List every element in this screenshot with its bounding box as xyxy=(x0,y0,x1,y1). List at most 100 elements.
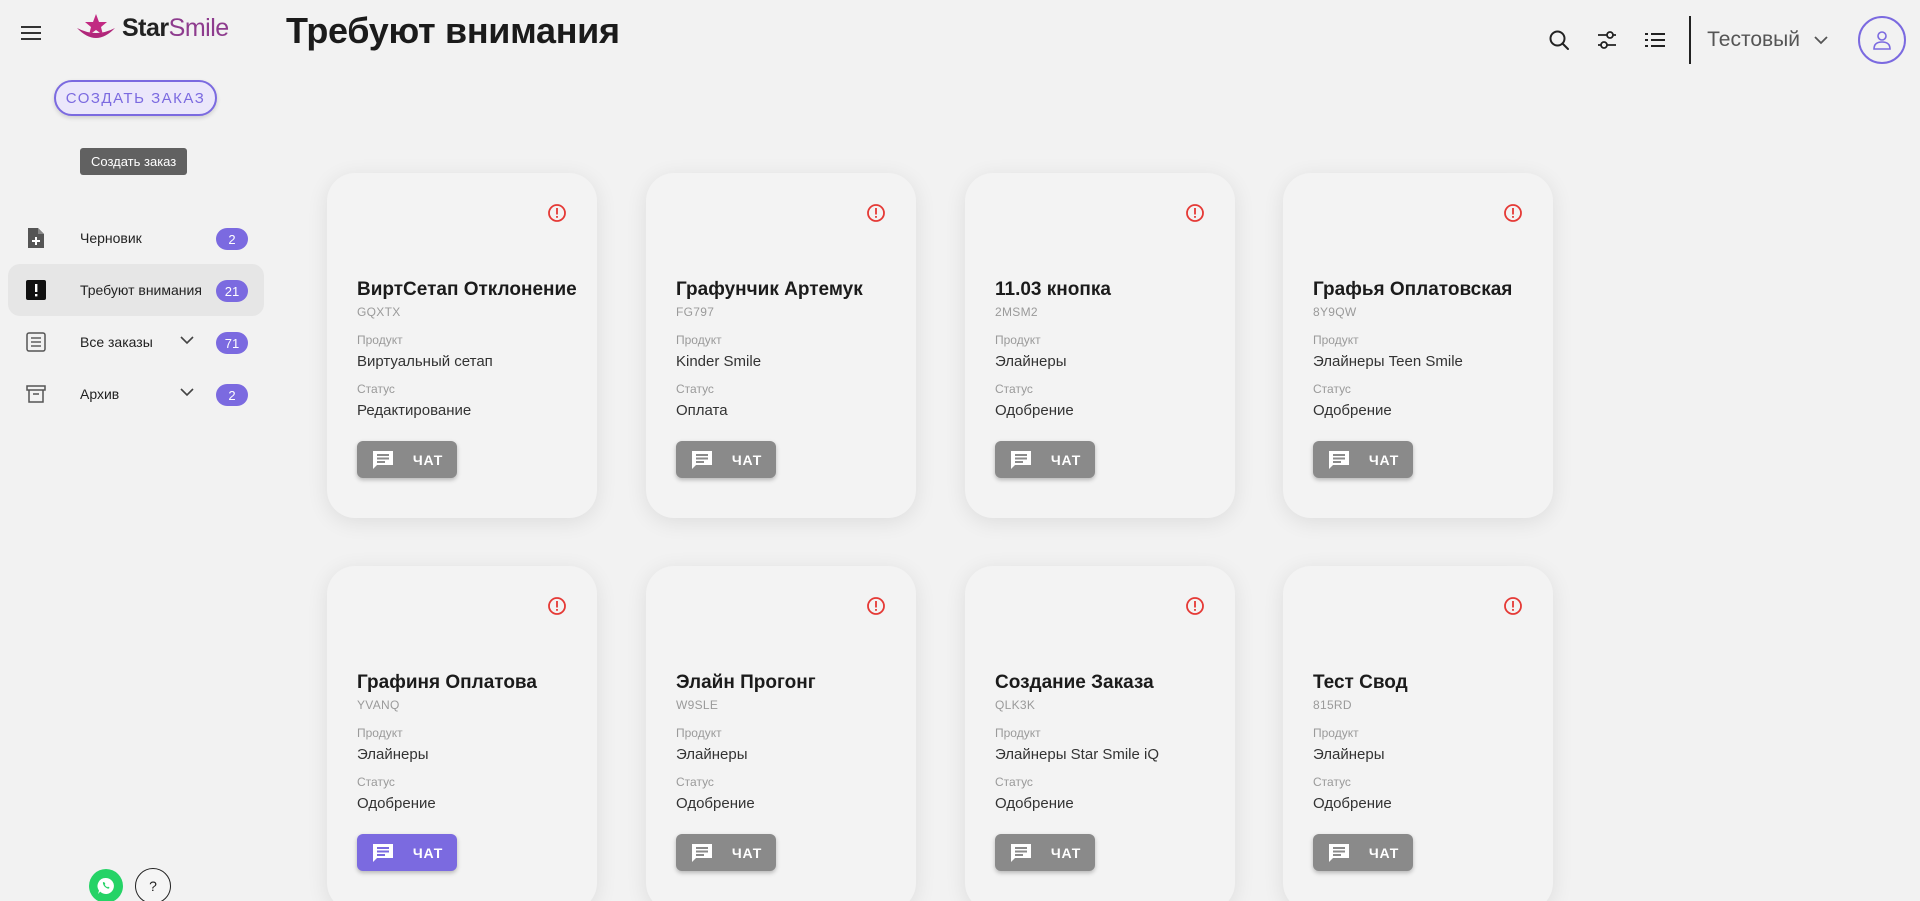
header-actions: Тестовый xyxy=(1535,14,1906,66)
status-label: Статус xyxy=(676,775,714,789)
alert-circle-icon xyxy=(1186,597,1204,615)
status-label: Статус xyxy=(1313,382,1351,396)
order-name: Элайн Прогонг xyxy=(676,672,816,693)
status-label: Статус xyxy=(676,382,714,396)
count-badge: 2 xyxy=(216,384,248,406)
chevron-down-icon[interactable] xyxy=(180,384,194,400)
chat-label: ЧАТ xyxy=(1050,844,1082,861)
star-smile-logo-icon xyxy=(77,14,115,38)
alert-circle-icon xyxy=(548,204,566,222)
chat-label: ЧАТ xyxy=(731,844,763,861)
chat-button[interactable]: ЧАТ xyxy=(676,441,776,478)
chat-label: ЧАТ xyxy=(1368,844,1400,861)
order-card[interactable]: Тест Свод 815RD Продукт Элайнеры Статус … xyxy=(1283,566,1553,901)
chevron-down-icon[interactable] xyxy=(180,332,194,348)
order-name: Графиня Оплатова xyxy=(357,672,537,693)
chat-label: ЧАТ xyxy=(1368,451,1400,468)
order-card[interactable]: Графья Оплатовская 8Y9QW Продукт Элайнер… xyxy=(1283,173,1553,518)
chat-button[interactable]: ЧАТ xyxy=(357,834,457,871)
order-code: W9SLE xyxy=(676,698,719,712)
workspace-selector[interactable]: Тестовый xyxy=(1707,28,1828,52)
alert-circle-icon xyxy=(548,597,566,615)
status-label: Статус xyxy=(357,775,395,789)
status-value: Оплата xyxy=(676,402,728,419)
chat-label: ЧАТ xyxy=(412,844,444,861)
alert-square-icon xyxy=(24,278,48,302)
chat-button[interactable]: ЧАТ xyxy=(1313,441,1413,478)
sidebar-item-all-orders[interactable]: Все заказы 71 xyxy=(8,316,264,368)
avatar[interactable] xyxy=(1858,16,1906,64)
order-code: 815RD xyxy=(1313,698,1352,712)
whatsapp-icon[interactable] xyxy=(89,869,123,901)
product-value: Элайнеры xyxy=(676,746,748,763)
filter-sliders-icon[interactable] xyxy=(1583,20,1631,60)
sidebar-item-drafts[interactable]: Черновик 2 xyxy=(8,212,264,264)
chat-button[interactable]: ЧАТ xyxy=(676,834,776,871)
user-icon xyxy=(1873,31,1891,50)
status-label: Статус xyxy=(357,382,395,396)
count-badge: 21 xyxy=(216,280,248,302)
order-name: Графья Оплатовская xyxy=(1313,279,1513,300)
header-divider xyxy=(1689,16,1692,64)
status-value: Одобрение xyxy=(995,402,1074,419)
order-name: 11.03 кнопка xyxy=(995,279,1111,300)
create-order-tooltip: Создать заказ xyxy=(80,148,188,175)
order-card[interactable]: Графунчик Артемук FG797 Продукт Kinder S… xyxy=(646,173,916,518)
order-card[interactable]: Создание Заказа QLK3K Продукт Элайнеры S… xyxy=(965,566,1235,901)
status-value: Одобрение xyxy=(995,795,1074,812)
help-button[interactable]: ? xyxy=(135,868,171,901)
chat-label: ЧАТ xyxy=(412,451,444,468)
chat-button[interactable]: ЧАТ xyxy=(995,441,1095,478)
chat-icon xyxy=(1328,843,1349,862)
sidebar-item-label: Все заказы xyxy=(80,334,153,350)
status-value: Одобрение xyxy=(357,795,436,812)
logo[interactable]: StarSmile xyxy=(74,12,229,44)
product-value: Kinder Smile xyxy=(676,353,762,370)
chat-icon xyxy=(1010,450,1031,469)
product-value: Элайнеры Star Smile iQ xyxy=(995,746,1160,763)
chat-icon xyxy=(691,843,712,862)
order-card[interactable]: Графиня Оплатова YVANQ Продукт Элайнеры … xyxy=(327,566,597,901)
status-value: Одобрение xyxy=(1313,402,1392,419)
sidebar-item-label: Архив xyxy=(80,386,120,402)
alert-circle-icon xyxy=(1504,597,1522,615)
sidebar-item-label: Требуют внимания xyxy=(80,282,202,298)
order-card[interactable]: ВиртСетап Отклонение GQXTX Продукт Вирту… xyxy=(327,173,597,518)
status-label: Статус xyxy=(995,775,1033,789)
status-value: Одобрение xyxy=(676,795,755,812)
chat-label: ЧАТ xyxy=(731,451,763,468)
sidebar-item-label: Черновик xyxy=(80,230,142,246)
order-code: 8Y9QW xyxy=(1313,305,1357,319)
product-label: Продукт xyxy=(995,726,1041,740)
chat-label: ЧАТ xyxy=(1050,451,1082,468)
chat-button[interactable]: ЧАТ xyxy=(995,834,1095,871)
order-name: Создание Заказа xyxy=(995,672,1154,693)
status-label: Статус xyxy=(1313,775,1351,789)
search-icon[interactable] xyxy=(1535,20,1583,60)
order-name: ВиртСетап Отклонение xyxy=(357,279,577,300)
chat-icon xyxy=(1328,450,1349,469)
create-order-button[interactable]: СОЗДАТЬ ЗАКАЗ xyxy=(54,80,217,116)
list-icon xyxy=(24,330,48,354)
chat-button[interactable]: ЧАТ xyxy=(1313,834,1413,871)
product-value: Элайнеры xyxy=(995,353,1067,370)
alert-circle-icon xyxy=(867,204,885,222)
product-value: Элайнеры Teen Smile xyxy=(1313,353,1463,370)
chat-button[interactable]: ЧАТ xyxy=(357,441,457,478)
sidebar-item-attention[interactable]: Требуют внимания 21 xyxy=(8,264,264,316)
menu-icon[interactable] xyxy=(20,22,48,44)
page-title: Требуют внимания xyxy=(286,10,620,51)
order-code: GQXTX xyxy=(357,305,401,319)
list-view-icon[interactable] xyxy=(1631,20,1679,60)
order-code: FG797 xyxy=(676,305,715,319)
product-value: Элайнеры xyxy=(1313,746,1385,763)
sidebar-item-archive[interactable]: Архив 2 xyxy=(8,368,264,420)
product-value: Элайнеры xyxy=(357,746,429,763)
order-card[interactable]: 11.03 кнопка 2MSM2 Продукт Элайнеры Стат… xyxy=(965,173,1235,518)
order-name: Тест Свод xyxy=(1313,672,1408,693)
alert-circle-icon xyxy=(1186,204,1204,222)
count-badge: 71 xyxy=(216,332,248,354)
chat-icon xyxy=(372,843,393,862)
order-card[interactable]: Элайн Прогонг W9SLE Продукт Элайнеры Ста… xyxy=(646,566,916,901)
chat-icon xyxy=(1010,843,1031,862)
